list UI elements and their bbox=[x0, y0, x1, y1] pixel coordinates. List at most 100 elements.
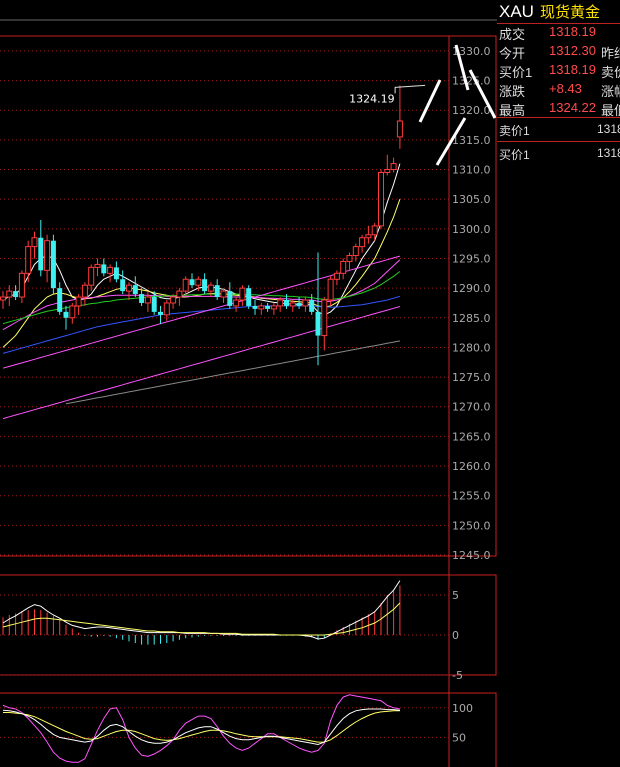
quote-row-change: 涨跌 +8.43 涨幅 bbox=[499, 81, 620, 100]
quote-label-2: 涨幅 bbox=[601, 84, 620, 99]
quote-value: 1318.19 bbox=[549, 62, 596, 77]
candle-body bbox=[384, 169, 391, 173]
y-tick-label: 1315.0 bbox=[452, 134, 491, 147]
quote-row-open: 今开 1312.30 昨结 bbox=[499, 43, 620, 62]
ma-line bbox=[2, 306, 401, 420]
candle-body bbox=[246, 288, 252, 306]
candle-body bbox=[57, 288, 63, 312]
quote-label: 买价1 bbox=[499, 65, 533, 80]
candle-body bbox=[107, 266, 114, 274]
candle-body bbox=[309, 300, 315, 312]
candle-body bbox=[396, 120, 403, 138]
candle-body bbox=[0, 296, 6, 301]
candle-body bbox=[296, 302, 302, 306]
candle-body bbox=[333, 272, 340, 280]
macd-tick-label: 5 bbox=[452, 589, 459, 602]
candle-body bbox=[327, 278, 334, 301]
kdj-line-j bbox=[2, 694, 400, 763]
panel-divider bbox=[497, 117, 620, 118]
quote-label-2: 卖价 bbox=[601, 65, 620, 80]
candle-body bbox=[163, 302, 170, 316]
bid-label: 买价1 bbox=[499, 148, 530, 162]
candle-body bbox=[195, 278, 202, 286]
quote-label-2: 最低 bbox=[601, 103, 620, 118]
candle-body bbox=[239, 287, 246, 301]
instrument-name: 现货黄金 bbox=[539, 4, 600, 21]
candle-body bbox=[101, 264, 107, 274]
candle-body bbox=[315, 311, 321, 336]
candle-body bbox=[371, 225, 378, 236]
candle-body bbox=[220, 290, 227, 298]
candle-body bbox=[365, 234, 372, 239]
y-tick-label: 1275.0 bbox=[452, 371, 491, 384]
candle-body bbox=[75, 296, 82, 307]
candle-body bbox=[63, 311, 69, 318]
y-tick-label: 1280.0 bbox=[452, 341, 491, 354]
candle-body bbox=[38, 237, 44, 271]
quote-label-2: 昨结 bbox=[601, 46, 620, 61]
kdj-line-k bbox=[2, 708, 400, 746]
ma-line bbox=[2, 271, 401, 325]
candle-body bbox=[126, 284, 132, 292]
candle-body bbox=[158, 311, 163, 315]
kdj-tick-label: 50 bbox=[452, 731, 466, 744]
annotation-label: 1324.19 bbox=[349, 92, 395, 105]
candle-body bbox=[284, 300, 289, 306]
candle-body bbox=[120, 279, 126, 292]
candle-body bbox=[346, 255, 353, 262]
candle-body bbox=[113, 267, 119, 280]
ma-line bbox=[65, 340, 400, 405]
y-tick-label: 1285.0 bbox=[452, 312, 491, 325]
candle-body bbox=[340, 260, 347, 274]
macd-line-dif bbox=[2, 580, 401, 640]
candle-body bbox=[189, 279, 195, 286]
y-tick-label: 1300.0 bbox=[452, 223, 491, 236]
symbol-label: XAU bbox=[499, 2, 534, 21]
ask-value: 1318 bbox=[597, 122, 620, 136]
y-tick-label: 1270.0 bbox=[452, 401, 491, 414]
candle-body bbox=[265, 305, 271, 309]
candle-body bbox=[378, 172, 384, 227]
candle-body bbox=[182, 278, 189, 292]
y-tick-label: 1245.0 bbox=[452, 549, 491, 562]
candle-body bbox=[227, 291, 233, 306]
y-tick-label: 1255.0 bbox=[452, 490, 491, 503]
candle-body bbox=[202, 279, 208, 292]
quote-row-last: 成交 1318.19 bbox=[499, 24, 601, 43]
kdj-tick-label: 100 bbox=[452, 702, 473, 715]
y-tick-label: 1250.0 bbox=[452, 519, 491, 532]
candle-body bbox=[13, 291, 19, 298]
quote-title: XAU 现货黄金 bbox=[499, 1, 600, 22]
candle-body bbox=[233, 299, 240, 307]
candle-body bbox=[31, 237, 38, 248]
y-tick-label: 1320.0 bbox=[452, 104, 491, 117]
quote-label: 今开 bbox=[499, 46, 526, 61]
macd-tick-label: -5 bbox=[452, 669, 463, 682]
candle-body bbox=[88, 266, 95, 286]
candle-body bbox=[25, 246, 32, 274]
y-tick-label: 1325.0 bbox=[452, 75, 491, 88]
y-tick-label: 1290.0 bbox=[452, 282, 491, 295]
candle-body bbox=[252, 305, 258, 309]
candle-body bbox=[6, 290, 13, 298]
candle-body bbox=[270, 305, 277, 310]
candle-body bbox=[277, 299, 284, 307]
candle-body bbox=[151, 297, 157, 312]
quote-value: 1318.19 bbox=[549, 24, 596, 39]
quote-value: +8.43 bbox=[549, 81, 582, 96]
y-tick-label: 1265.0 bbox=[452, 430, 491, 443]
candle-body bbox=[81, 284, 88, 298]
candle-body bbox=[352, 246, 359, 257]
candle-body bbox=[289, 302, 296, 307]
quote-row-bid: 买价1 1318.19 卖价 bbox=[499, 62, 620, 81]
ma-line bbox=[2, 295, 401, 354]
quote-value: 1324.22 bbox=[549, 100, 596, 115]
candle-body bbox=[359, 237, 366, 248]
quote-label: 涨跌 bbox=[499, 84, 526, 99]
candle-body bbox=[321, 299, 328, 337]
candle-body bbox=[144, 296, 151, 304]
macd-frame bbox=[0, 574, 497, 676]
candle-body bbox=[139, 294, 145, 303]
ma-line bbox=[2, 163, 401, 316]
candle-body bbox=[258, 305, 265, 310]
